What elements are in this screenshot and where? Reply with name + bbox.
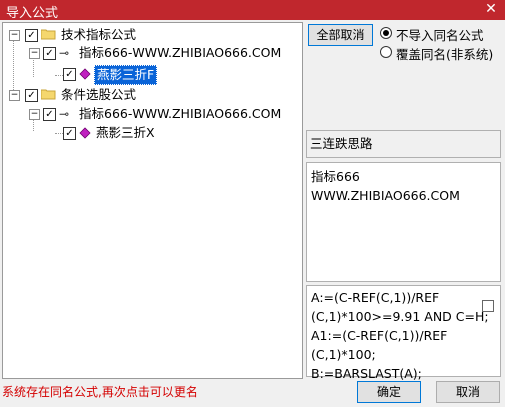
import-formula-dialog: 导入公式 ✕ − ✓ 技术指标公式 − ✓ ⊸ 指标666-WWW.ZHIBIA… bbox=[0, 0, 505, 407]
description-line: 指标666 bbox=[311, 169, 360, 184]
node-checkbox[interactable]: ✓ bbox=[63, 127, 76, 140]
formula-tree[interactable]: − ✓ 技术指标公式 − ✓ ⊸ 指标666-WWW.ZHIBIAO666.CO… bbox=[2, 22, 303, 379]
radio-overwrite-label: 覆盖同名(非系统) bbox=[396, 47, 494, 62]
radio-no-import[interactable] bbox=[380, 27, 392, 39]
code-line: (C,1)*100; bbox=[311, 347, 376, 362]
cancel-button[interactable]: 取消 bbox=[436, 381, 500, 403]
key-icon: ⊸ bbox=[59, 107, 70, 121]
node-checkbox[interactable]: ✓ bbox=[43, 108, 56, 121]
ok-button[interactable]: 确定 bbox=[357, 381, 421, 403]
folder-icon bbox=[41, 29, 56, 40]
code-line: A1:=(C-REF(C,1))/REF bbox=[311, 328, 448, 343]
collapse-toggle-icon[interactable]: − bbox=[9, 30, 20, 41]
description-line: WWW.ZHIBIAO666.COM bbox=[311, 188, 460, 203]
formula-description-box: 指标666 WWW.ZHIBIAO666.COM bbox=[306, 162, 501, 282]
formula-gem-icon bbox=[79, 68, 91, 80]
tree-node-label: 指标666-WWW.ZHIBIAO666.COM bbox=[79, 45, 282, 60]
formula-name-field: 三连跌思路 bbox=[306, 130, 501, 158]
collapse-toggle-icon[interactable]: − bbox=[29, 48, 40, 59]
key-icon: ⊸ bbox=[59, 46, 70, 60]
title-bar: 导入公式 ✕ bbox=[0, 0, 505, 21]
tree-connector bbox=[13, 38, 14, 96]
tree-node-label: 指标666-WWW.ZHIBIAO666.COM bbox=[79, 106, 282, 121]
tree-node-label: 条件选股公式 bbox=[61, 87, 137, 102]
collapse-toggle-icon[interactable]: − bbox=[29, 109, 40, 120]
folder-icon bbox=[41, 89, 56, 100]
code-line: (C,1)*100>=9.91 AND C=H; bbox=[311, 309, 489, 324]
tree-node-label: 技术指标公式 bbox=[61, 27, 137, 42]
formula-gem-icon bbox=[79, 127, 91, 139]
node-checkbox[interactable]: ✓ bbox=[25, 89, 38, 102]
cancel-all-button[interactable]: 全部取消 bbox=[308, 24, 373, 46]
status-message: 系统存在同名公式,再次点击可以更名 bbox=[2, 385, 198, 399]
collapse-toggle-icon[interactable]: − bbox=[9, 90, 20, 101]
radio-overwrite[interactable] bbox=[380, 46, 392, 58]
formula-name-text: 三连跌思路 bbox=[310, 136, 373, 151]
close-icon[interactable]: ✕ bbox=[483, 1, 499, 17]
radio-no-import-label: 不导入同名公式 bbox=[396, 28, 484, 43]
node-checkbox[interactable]: ✓ bbox=[25, 29, 38, 42]
tree-node-label-selected: 燕影三折F bbox=[94, 65, 158, 85]
formula-code-box[interactable]: A:=(C-REF(C,1))/REF (C,1)*100>=9.91 AND … bbox=[306, 285, 501, 381]
node-checkbox[interactable]: ✓ bbox=[63, 68, 76, 81]
code-line: A:=(C-REF(C,1))/REF bbox=[311, 290, 440, 305]
tree-node-label: 燕影三折X bbox=[96, 125, 155, 140]
window-title: 导入公式 bbox=[6, 6, 59, 21]
code-checkbox[interactable] bbox=[482, 300, 494, 312]
node-checkbox[interactable]: ✓ bbox=[43, 47, 56, 60]
